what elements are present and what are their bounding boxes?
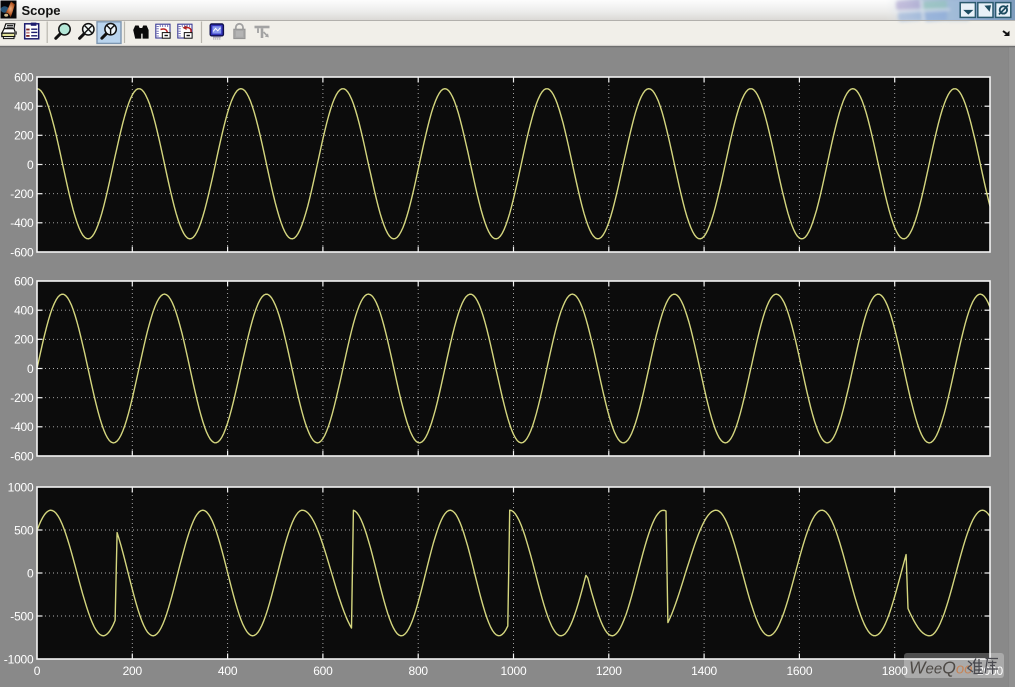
svg-text:-400: -400 [10, 420, 34, 434]
svg-text:-200: -200 [10, 391, 34, 405]
svg-text:400: 400 [218, 664, 238, 678]
svg-text:1400: 1400 [691, 664, 717, 678]
svg-text:0: 0 [27, 566, 34, 580]
svg-text:-600: -600 [10, 245, 34, 259]
svg-text:600: 600 [14, 70, 34, 84]
svg-text:600: 600 [313, 664, 333, 678]
svg-text:1000: 1000 [8, 480, 34, 494]
svg-text:1200: 1200 [596, 664, 622, 678]
svg-text:-400: -400 [10, 216, 34, 230]
svg-text:200: 200 [14, 333, 34, 347]
svg-text:500: 500 [14, 523, 34, 537]
svg-text:200: 200 [123, 664, 143, 678]
svg-text:WeeQoo: WeeQoo [909, 658, 973, 678]
svg-text:-200: -200 [10, 187, 34, 201]
svg-text:400: 400 [14, 100, 34, 114]
svg-text:-1000: -1000 [4, 652, 34, 666]
svg-text:600: 600 [14, 274, 34, 288]
svg-text:1800: 1800 [882, 664, 908, 678]
svg-text:-600: -600 [10, 449, 34, 463]
svg-text:1600: 1600 [786, 664, 812, 678]
svg-text:-500: -500 [10, 609, 34, 623]
svg-text:1000: 1000 [501, 664, 527, 678]
svg-text:200: 200 [14, 129, 34, 143]
svg-text:Scope: Scope [22, 3, 61, 18]
svg-text:0: 0 [27, 362, 34, 376]
svg-text:0: 0 [27, 158, 34, 172]
svg-text:800: 800 [408, 664, 428, 678]
svg-text:0: 0 [34, 664, 41, 678]
svg-text:400: 400 [14, 304, 34, 318]
